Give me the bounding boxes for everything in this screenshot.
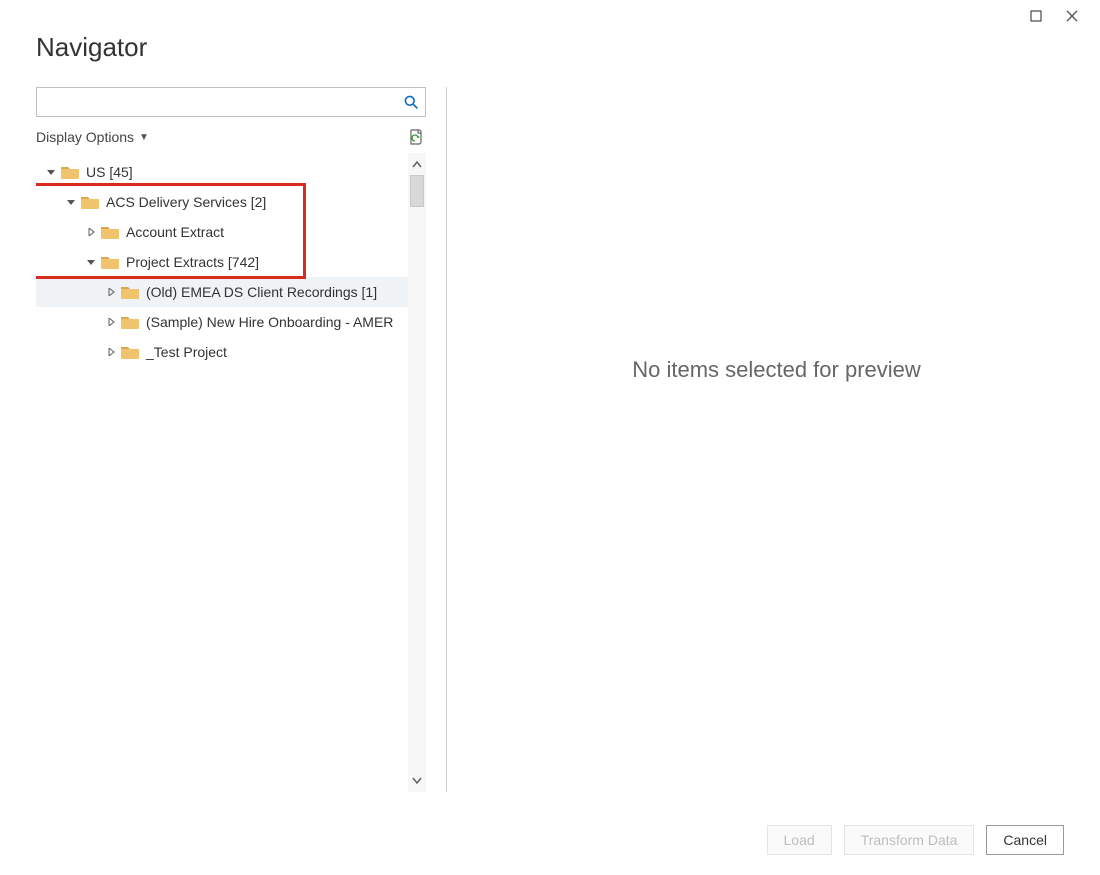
collapse-icon[interactable] <box>44 165 58 179</box>
folder-icon <box>61 165 79 179</box>
tree-item[interactable]: (Old) EMEA DS Client Recordings [1] <box>36 277 408 307</box>
collapse-icon[interactable] <box>84 255 98 269</box>
tree-item-label: ACS Delivery Services [2] <box>106 194 266 210</box>
navigator-panel: Display Options ▼ US [45] ACS Delivery Se… <box>36 87 426 792</box>
refresh-icon[interactable] <box>406 127 426 147</box>
chevron-down-icon: ▼ <box>139 132 149 143</box>
expand-icon[interactable] <box>84 225 98 239</box>
tree-item[interactable]: Project Extracts [742] <box>36 247 408 277</box>
cancel-button[interactable]: Cancel <box>986 825 1064 855</box>
folder-icon <box>101 225 119 239</box>
tree-item-label: US [45] <box>86 164 133 180</box>
window-titlebar <box>0 0 1100 32</box>
expand-icon[interactable] <box>104 315 118 329</box>
tree-item-label: Account Extract <box>126 224 224 240</box>
panel-divider <box>446 87 447 792</box>
expand-icon[interactable] <box>104 285 118 299</box>
scroll-down-icon[interactable] <box>408 770 426 790</box>
tree-item[interactable]: Account Extract <box>36 217 408 247</box>
folder-icon <box>121 315 139 329</box>
preview-panel: No items selected for preview <box>465 87 1088 792</box>
transform-data-button[interactable]: Transform Data <box>844 825 975 855</box>
display-options-dropdown[interactable]: Display Options ▼ <box>36 129 149 145</box>
search-box <box>36 87 426 117</box>
search-input[interactable] <box>37 88 397 116</box>
tree-scrollbar[interactable] <box>408 153 426 792</box>
tree-item-label: (Sample) New Hire Onboarding - AMER <box>146 314 393 330</box>
expand-icon[interactable] <box>104 345 118 359</box>
folder-icon <box>121 345 139 359</box>
preview-empty-text: No items selected for preview <box>632 357 921 383</box>
folder-icon <box>121 285 139 299</box>
collapse-icon[interactable] <box>64 195 78 209</box>
scroll-up-icon[interactable] <box>408 155 426 175</box>
maximize-button[interactable] <box>1018 3 1054 29</box>
close-button[interactable] <box>1054 3 1090 29</box>
display-options-label: Display Options <box>36 129 134 145</box>
page-title: Navigator <box>36 32 1064 63</box>
tree-item[interactable]: _Test Project <box>36 337 408 367</box>
tree-item-label: _Test Project <box>146 344 227 360</box>
tree-item[interactable]: (Sample) New Hire Onboarding - AMER <box>36 307 408 337</box>
search-icon[interactable] <box>397 88 425 116</box>
dialog-footer: Load Transform Data Cancel <box>0 805 1100 875</box>
tree-item[interactable]: US [45] <box>36 157 408 187</box>
scrollbar-thumb[interactable] <box>410 175 424 207</box>
load-button[interactable]: Load <box>767 825 832 855</box>
tree-item[interactable]: ACS Delivery Services [2] <box>36 187 408 217</box>
folder-tree: US [45] ACS Delivery Services [2] Account … <box>36 153 408 792</box>
folder-icon <box>101 255 119 269</box>
tree-item-label: Project Extracts [742] <box>126 254 259 270</box>
tree-item-label: (Old) EMEA DS Client Recordings [1] <box>146 284 377 300</box>
folder-icon <box>81 195 99 209</box>
scrollbar-track[interactable] <box>408 175 426 770</box>
